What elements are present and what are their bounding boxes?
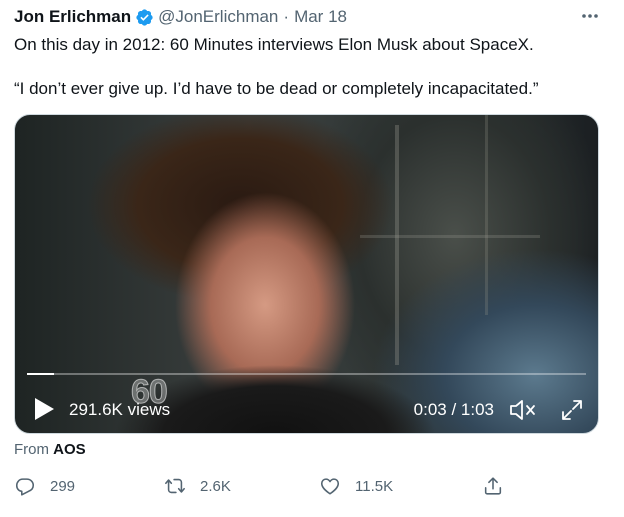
video-view-count: 291.6K views — [69, 400, 171, 419]
video-source: From AOS — [14, 441, 86, 458]
share-icon — [484, 477, 502, 495]
video-progress-fill — [27, 373, 54, 375]
heart-icon — [320, 478, 340, 495]
reply-count: 299 — [50, 477, 76, 495]
verified-badge-icon — [136, 8, 153, 26]
tweet: Jon Erlichman @JonErlichman · Mar 18 On … — [0, 0, 624, 517]
play-icon[interactable] — [33, 397, 55, 421]
like-button[interactable]: 11.5K — [319, 474, 393, 498]
tweet-date[interactable]: Mar 18 — [294, 7, 347, 27]
video-progress-bar[interactable] — [27, 373, 586, 375]
reply-icon — [15, 478, 35, 496]
video-source-prefix: From — [14, 441, 49, 458]
tweet-text-line-2: “I don’t ever give up. I’d have to be de… — [14, 79, 539, 98]
video-background-rig — [485, 115, 488, 315]
video-background-rig — [395, 125, 399, 365]
more-options-icon[interactable] — [578, 6, 602, 26]
header-separator: · — [283, 7, 290, 26]
like-count: 11.5K — [355, 477, 394, 495]
video-player[interactable]: 60 291.6K views 0:03 / 1:03 — [14, 114, 599, 434]
video-source-name[interactable]: AOS — [53, 441, 86, 458]
video-background-rig — [360, 235, 540, 238]
muted-speaker-icon[interactable] — [508, 398, 538, 422]
author-name[interactable]: Jon Erlichman — [14, 7, 131, 27]
tweet-header: Jon Erlichman @JonErlichman · Mar 18 — [14, 6, 347, 28]
share-button[interactable] — [482, 474, 504, 498]
retweet-icon — [165, 478, 185, 494]
tweet-text-line-1: On this day in 2012: 60 Minutes intervie… — [14, 35, 534, 54]
tweet-text: On this day in 2012: 60 Minutes intervie… — [14, 34, 604, 100]
retweet-count: 2.6K — [200, 477, 231, 495]
expand-icon[interactable] — [560, 398, 584, 422]
author-handle[interactable]: @JonErlichman — [158, 7, 278, 27]
tweet-actions: 299 2.6K 11.5K — [14, 474, 574, 498]
retweet-button[interactable]: 2.6K — [164, 474, 231, 498]
video-time: 0:03 / 1:03 — [413, 400, 494, 419]
reply-button[interactable]: 299 — [14, 474, 75, 498]
